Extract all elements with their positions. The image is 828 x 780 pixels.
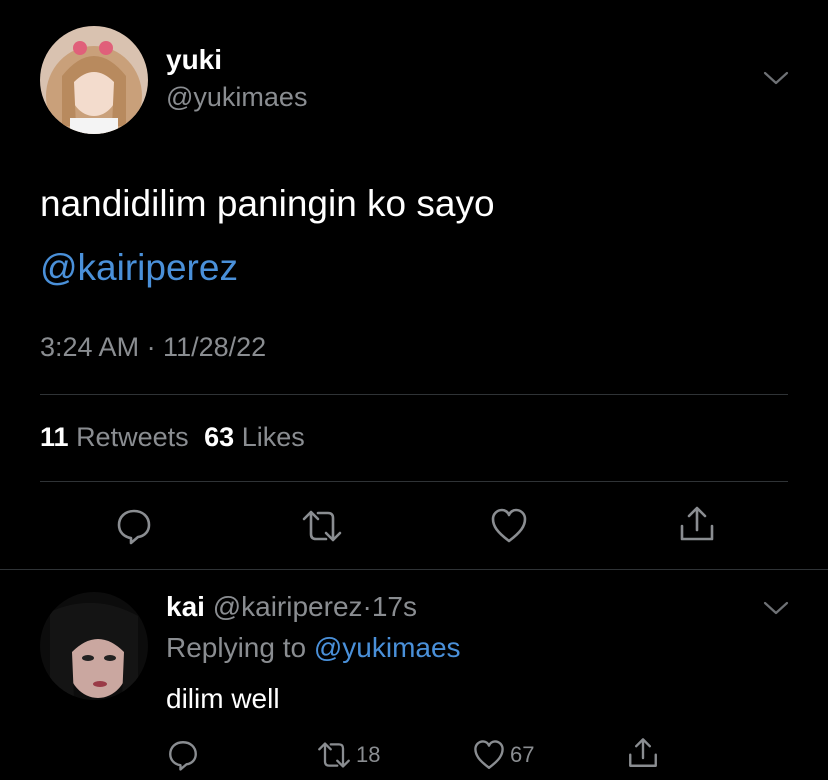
retweet-button[interactable] (300, 508, 344, 544)
divider (40, 394, 788, 395)
avatar[interactable] (40, 26, 148, 134)
reply-text: dilim well (166, 683, 280, 714)
share-button[interactable] (626, 736, 660, 770)
reply-button[interactable] (166, 738, 200, 772)
like-button[interactable] (489, 506, 529, 546)
reply-icon (169, 741, 197, 771)
replying-to: Replying to @yukimaes (166, 632, 461, 664)
divider (40, 481, 788, 482)
engagement-stats: 11 Retweets 63 Likes (40, 422, 305, 453)
separator: · (362, 591, 372, 622)
share-button[interactable] (677, 504, 717, 544)
user-handle[interactable]: @kairiperez (213, 591, 363, 622)
user-handle[interactable]: @yukimaes (166, 82, 307, 113)
tweet-text: nandidilim paningin ko sayo @kairiperez (40, 172, 495, 300)
divider (0, 569, 828, 570)
retweets-count[interactable]: 11 (40, 422, 69, 452)
tweet-timestamp[interactable]: 3:24 AM · 11/28/22 (40, 332, 266, 363)
reply-icon (117, 509, 151, 545)
mention-link[interactable]: @kairiperez (40, 236, 495, 300)
reply-button[interactable] (114, 506, 154, 546)
mention-link[interactable]: @yukimaes (314, 632, 461, 663)
likes-label[interactable]: Likes (242, 422, 305, 452)
like-count: 67 (510, 742, 535, 767)
like-icon (474, 740, 504, 769)
reply-time[interactable]: 17s (372, 591, 417, 622)
retweet-icon (302, 510, 342, 542)
like-button[interactable]: 67 (472, 738, 534, 772)
tweet-text-line: nandidilim paningin ko sayo (40, 183, 495, 224)
retweet-count: 18 (356, 742, 381, 767)
chevron-down-icon[interactable] (762, 68, 790, 88)
retweets-label[interactable]: Retweets (76, 422, 189, 452)
reply-header: kai @kairiperez·17s (166, 591, 417, 623)
likes-count[interactable]: 63 (204, 422, 234, 452)
retweet-icon (318, 742, 350, 768)
like-icon (491, 508, 527, 543)
retweet-button[interactable]: 18 (316, 740, 380, 770)
chevron-down-icon[interactable] (762, 598, 790, 618)
share-icon (680, 506, 714, 541)
display-name[interactable]: yuki (166, 44, 222, 76)
display-name[interactable]: kai (166, 591, 205, 622)
replying-label: Replying to (166, 632, 307, 663)
share-icon (629, 738, 657, 767)
avatar[interactable] (40, 592, 148, 700)
